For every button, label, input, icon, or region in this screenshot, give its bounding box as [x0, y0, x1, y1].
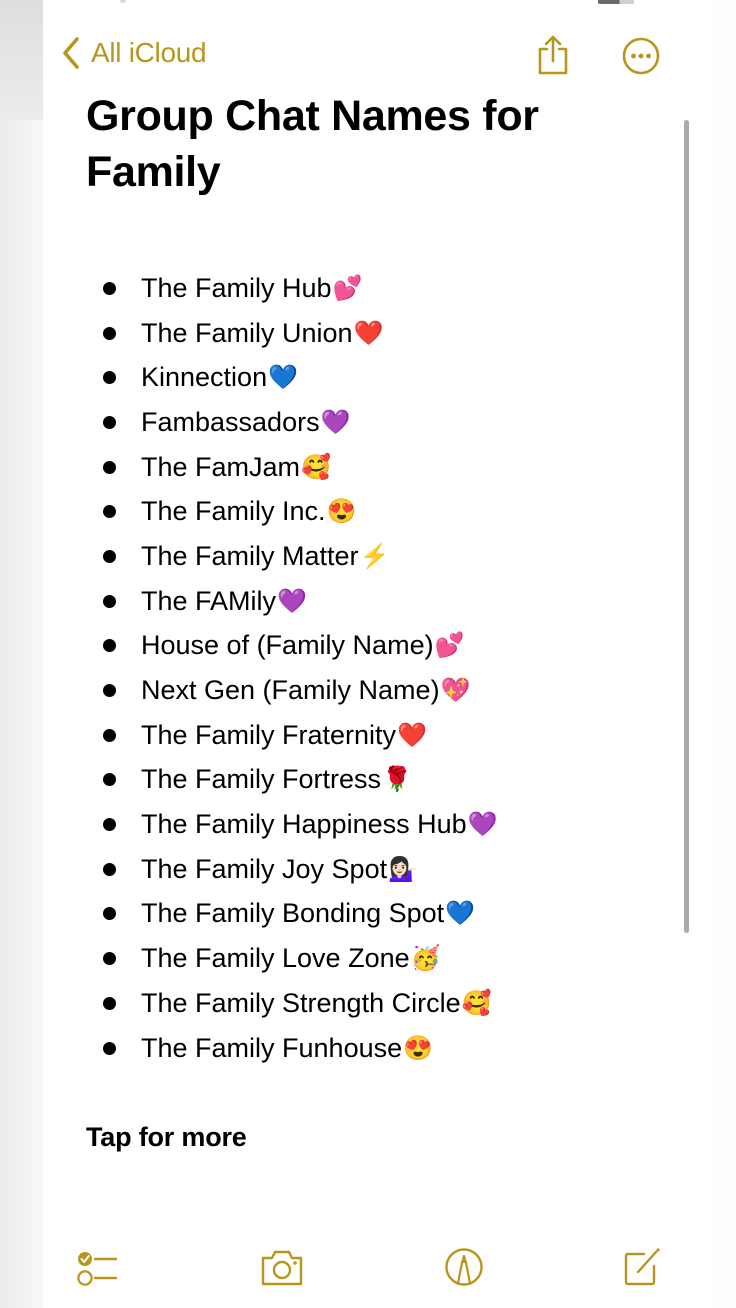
checklist-button[interactable] [76, 1248, 120, 1292]
list-item[interactable]: The FamJam 🥰 [103, 445, 498, 490]
back-button[interactable]: All iCloud [61, 36, 207, 70]
list-item[interactable]: Kinnection 💙 [103, 355, 498, 400]
bullet-icon [103, 415, 116, 429]
list-item-emoji: 💕 [434, 632, 465, 660]
bullet-icon [103, 773, 116, 787]
list-item[interactable]: The Family Happiness Hub 💜 [103, 802, 498, 847]
camera-button[interactable] [259, 1248, 305, 1288]
list-item-emoji: 💁🏻‍♀️ [388, 855, 418, 883]
list-item-emoji: 💜 [320, 408, 351, 436]
status-bar-fragment [120, 0, 126, 3]
vertical-scrollbar[interactable] [684, 120, 689, 933]
tap-for-more-text[interactable]: Tap for more [86, 1122, 247, 1153]
share-icon [535, 35, 571, 80]
list-item[interactable]: House of (Family Name) 💕 [103, 624, 498, 669]
list-item[interactable]: The Family Strength Circle 🥰 [103, 981, 498, 1026]
bullet-icon [103, 862, 116, 876]
list-item-text: The Family Inc. [141, 496, 326, 527]
list-item-emoji: 🌹 [382, 766, 412, 794]
list-item-text: Kinnection [141, 362, 268, 393]
list-item[interactable]: The Family Bonding Spot 💙 [103, 892, 498, 937]
bullet-icon [103, 460, 116, 474]
list-item-text: The Family Strength Circle [141, 987, 461, 1018]
list-item-emoji: 🥳 [410, 945, 441, 973]
markup-button[interactable] [443, 1246, 485, 1288]
note-title: Group Chat Names for Family [86, 92, 539, 196]
navigation-bar: All iCloud [43, 30, 736, 80]
list-item-emoji: 💜 [277, 587, 307, 615]
bullet-icon [103, 818, 116, 832]
bullet-icon [103, 281, 116, 295]
list-item-emoji: 💖 [440, 677, 471, 705]
list-item-text: The Family Happiness Hub [141, 809, 467, 840]
list-item-text: The FAMily [141, 585, 277, 616]
bottom-toolbar [43, 1240, 736, 1304]
list-item-text: House of (Family Name) [141, 630, 434, 661]
list-item-emoji: 😍 [326, 498, 357, 526]
camera-icon [259, 1248, 305, 1288]
list-item[interactable]: The Family Hub 💕 [103, 266, 498, 311]
list-item[interactable]: The Family Fraternity ❤️ [103, 713, 498, 758]
markup-pen-icon [443, 1246, 485, 1288]
bullet-icon [103, 326, 116, 340]
list-item[interactable]: The Family Joy Spot 💁🏻‍♀️ [103, 847, 498, 892]
list-item-text: The Family Fraternity [141, 719, 397, 750]
back-button-label: All iCloud [91, 37, 207, 68]
list-item[interactable]: Next Gen (Family Name) 💖 [103, 668, 498, 713]
list-item-text: The FamJam [141, 451, 301, 482]
list-item-text: Next Gen (Family Name) [141, 675, 440, 706]
bullet-icon [103, 1041, 116, 1055]
background-edge-left [0, 0, 43, 1308]
list-item-emoji: ❤️ [353, 319, 384, 347]
ellipsis-circle-icon [621, 37, 661, 80]
list-item-emoji: 😍 [403, 1034, 434, 1062]
bullet-icon [103, 684, 116, 698]
list-item-text: The Family Bonding Spot [141, 898, 445, 929]
bullet-icon [103, 996, 116, 1010]
bullet-icon [103, 505, 116, 519]
list-item-text: The Family Love Zone [141, 943, 410, 974]
list-item-text: The Family Matter [141, 540, 359, 571]
list-item[interactable]: The Family Funhouse 😍 [103, 1026, 498, 1071]
list-item-emoji: 💜 [467, 811, 498, 839]
list-item-text: The Family Hub [141, 272, 332, 303]
more-options-button[interactable] [621, 36, 661, 81]
list-item-text: Fambassadors [141, 406, 320, 437]
list-item[interactable]: Fambassadors 💜 [103, 400, 498, 445]
compose-icon [620, 1246, 662, 1288]
list-item-emoji: 🥰 [301, 453, 331, 481]
list-item-text: The Family Fortress [141, 764, 382, 795]
list-item-text: The Family Joy Spot [141, 853, 388, 884]
share-button[interactable] [535, 34, 571, 81]
list-item-emoji: ⚡ [359, 542, 390, 570]
chevron-left-icon [61, 36, 81, 70]
bullet-icon [103, 952, 116, 966]
bullet-icon [103, 371, 116, 385]
bullet-icon [103, 907, 116, 921]
background-edge-right [714, 0, 736, 1308]
list-item-emoji: 💕 [332, 274, 363, 302]
list-item-emoji: ❤️ [397, 721, 427, 749]
list-item[interactable]: The Family Fortress 🌹 [103, 758, 498, 803]
list-item[interactable]: The Family Matter ⚡ [103, 534, 498, 579]
compose-button[interactable] [620, 1246, 662, 1288]
bullet-icon [103, 549, 116, 563]
list-item-text: The Family Union [141, 317, 353, 348]
list-item-emoji: 🥰 [461, 989, 492, 1017]
battery-icon [598, 0, 634, 4]
bullet-icon [103, 639, 116, 653]
list-item[interactable]: The Family Love Zone 🥳 [103, 936, 498, 981]
list-item[interactable]: The Family Union ❤️ [103, 311, 498, 356]
name-list: The Family Hub 💕 The Family Union ❤️ Kinne… [103, 266, 498, 1070]
list-item[interactable]: The FAMily 💜 [103, 579, 498, 624]
list-item[interactable]: The Family Inc. 😍 [103, 489, 498, 534]
list-item-text: The Family Funhouse [141, 1032, 403, 1063]
list-item-emoji: 💙 [268, 364, 298, 392]
bullet-icon [103, 594, 116, 608]
checklist-icon [76, 1248, 120, 1292]
bullet-icon [103, 728, 116, 742]
list-item-emoji: 💙 [445, 900, 476, 928]
